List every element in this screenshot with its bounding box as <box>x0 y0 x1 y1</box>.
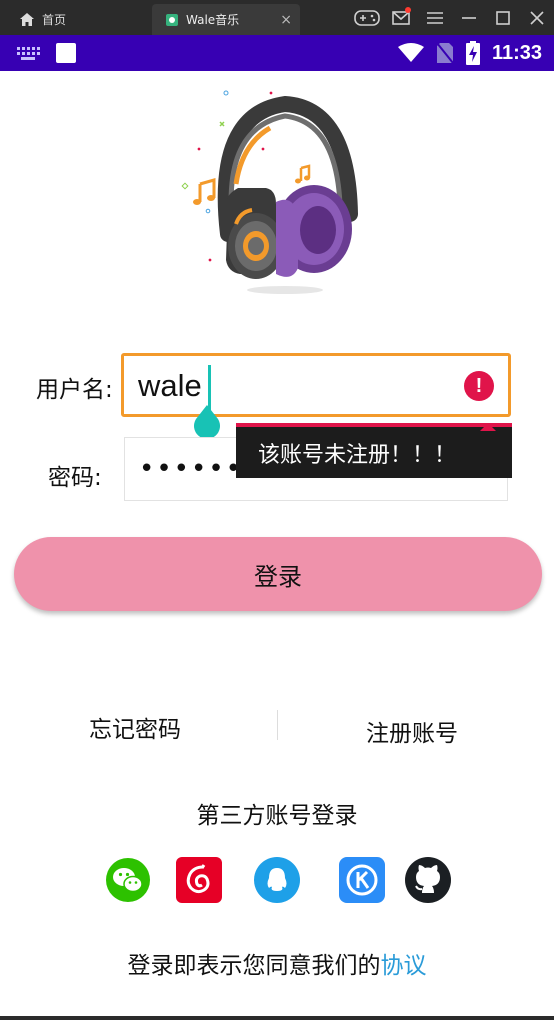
password-value: •••••• <box>139 454 244 484</box>
wechat-icon[interactable] <box>105 857 151 903</box>
notification-square-icon <box>56 43 76 63</box>
bottom-border <box>0 1016 554 1020</box>
netease-music-icon[interactable] <box>176 857 222 903</box>
android-status-bar: 11:33 <box>0 35 554 71</box>
kugou-icon[interactable] <box>339 857 385 903</box>
agreement-prefix: 登录即表示您同意我们的 <box>127 953 381 979</box>
error-icon: ! <box>464 371 494 401</box>
links-divider <box>277 710 278 740</box>
close-window-icon[interactable] <box>520 0 554 35</box>
agreement-text: 登录即表示您同意我们的协议 <box>0 946 554 980</box>
login-button[interactable]: 登录 <box>14 537 542 611</box>
error-message: 该账号未注册！！！ <box>258 442 457 468</box>
no-sim-icon <box>436 42 454 64</box>
error-tooltip: 该账号未注册！！！ <box>236 423 512 478</box>
password-label: 密码: <box>48 465 102 491</box>
minimize-icon[interactable] <box>452 0 486 35</box>
qq-icon[interactable] <box>254 857 300 903</box>
headphones-logo <box>181 90 358 294</box>
tab-close-icon[interactable]: × <box>280 12 292 28</box>
status-time: 11:33 <box>491 41 542 64</box>
emulator-titlebar: 首页 Wale音乐 × <box>0 0 554 35</box>
menu-icon[interactable] <box>418 0 452 35</box>
username-input[interactable]: wale ! <box>121 353 511 417</box>
github-icon[interactable] <box>405 857 451 903</box>
app-tab-icon <box>166 13 178 26</box>
gamepad-icon[interactable] <box>350 0 384 35</box>
home-tab[interactable]: 首页 <box>0 4 150 35</box>
app-tab-label: Wale音乐 <box>186 13 240 27</box>
home-tab-label: 首页 <box>42 13 67 27</box>
third-party-title: 第三方账号登录 <box>196 803 358 829</box>
register-link[interactable]: 注册账号 <box>366 714 458 748</box>
wifi-icon <box>397 43 424 62</box>
battery-charging-icon <box>465 41 480 65</box>
mail-icon[interactable] <box>384 0 418 35</box>
app-tab[interactable]: Wale音乐 × <box>152 4 300 35</box>
maximize-icon[interactable] <box>486 0 520 35</box>
agreement-link[interactable]: 协议 <box>381 953 427 979</box>
keyboard-icon <box>16 46 40 60</box>
username-value: wale <box>138 368 202 403</box>
home-icon <box>20 13 34 26</box>
username-label: 用户名: <box>36 377 113 403</box>
forgot-password-link[interactable]: 忘记密码 <box>89 710 181 744</box>
